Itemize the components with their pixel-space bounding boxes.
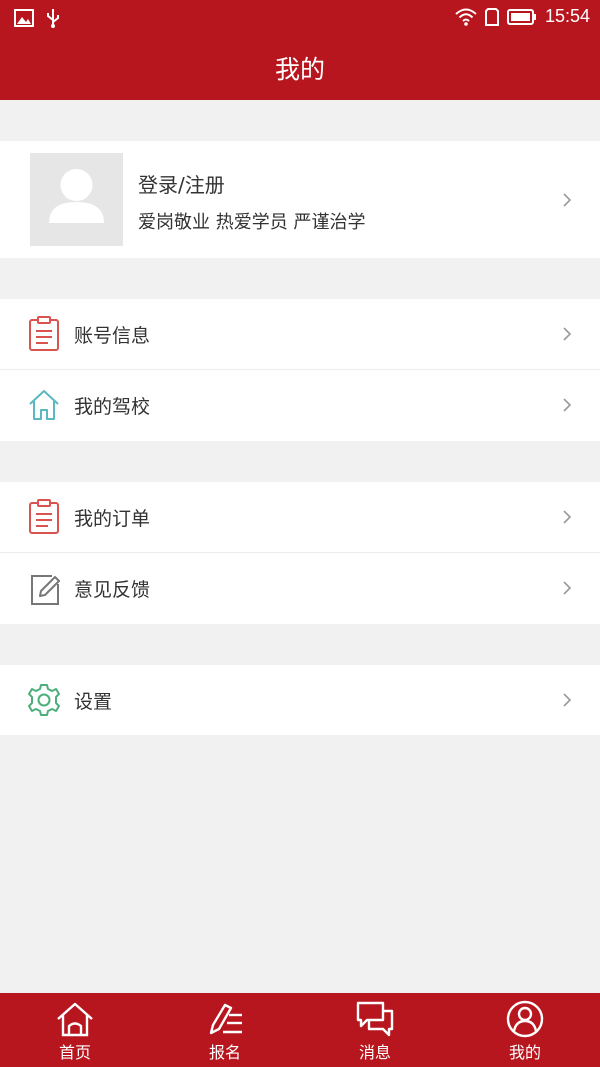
battery-icon: [506, 8, 536, 25]
nav-label: 报名: [208, 1043, 241, 1062]
nav-tab-mine[interactable]: 我的: [450, 993, 600, 1067]
nav-label: 消息: [358, 1043, 391, 1062]
clipboard-icon: [29, 499, 59, 534]
image-icon: [14, 9, 34, 27]
status-left: [14, 8, 60, 28]
chevron-right-icon: [563, 193, 572, 207]
menu-item-label: 我的订单: [74, 508, 151, 530]
wifi-icon: [455, 8, 477, 26]
menu-group-account: 账号信息 我的驾校: [0, 299, 600, 441]
pen-icon: [209, 1003, 242, 1035]
menu-item-account-info[interactable]: 账号信息: [0, 299, 600, 369]
menu-item-my-orders[interactable]: 我的订单: [0, 482, 600, 552]
gear-icon: [28, 684, 60, 716]
clipboard-icon: [29, 316, 59, 351]
chevron-right-icon: [563, 693, 572, 707]
app-header: 我的: [0, 36, 600, 100]
user-silhouette-icon: [49, 169, 104, 223]
sim-card-icon: [484, 7, 499, 26]
chevron-right-icon: [563, 581, 572, 595]
chevron-right-icon: [563, 327, 572, 341]
home-icon: [57, 1002, 93, 1037]
menu-item-feedback[interactable]: 意见反馈: [0, 552, 600, 624]
menu-item-settings[interactable]: 设置: [0, 665, 600, 735]
home-icon: [29, 390, 59, 420]
profile-icon: [506, 1000, 544, 1038]
page-title: 我的: [274, 55, 325, 84]
nav-tab-home[interactable]: 首页: [0, 993, 150, 1067]
app-screen: 15:54 我的 登录/注册 爱岗敬业 热爱学员 严谨治学 账号信息 我的驾校 …: [0, 0, 600, 1067]
menu-item-label: 意见反馈: [74, 579, 151, 601]
nav-tab-register[interactable]: 报名: [150, 993, 300, 1067]
menu-item-label: 我的驾校: [74, 396, 151, 418]
login-register-link[interactable]: 登录/注册: [138, 169, 225, 198]
chevron-right-icon: [563, 398, 572, 412]
avatar[interactable]: [30, 153, 123, 246]
chevron-right-icon: [563, 510, 572, 524]
nav-label: 我的: [508, 1043, 541, 1062]
menu-group-orders: 我的订单 意见反馈: [0, 482, 600, 624]
status-time: 15:54: [544, 6, 590, 26]
nav-tab-messages[interactable]: 消息: [300, 993, 450, 1067]
edit-icon: [31, 575, 60, 605]
menu-item-label: 设置: [74, 691, 113, 713]
status-bar: 15:54: [0, 0, 600, 36]
chat-icon: [356, 1001, 394, 1037]
profile-motto: 爱岗敬业 热爱学员 严谨治学: [138, 212, 366, 233]
usb-icon: [47, 9, 59, 28]
menu-item-label: 账号信息: [74, 325, 151, 347]
bottom-nav: 首页 报名 消息 我的: [0, 993, 600, 1067]
menu-group-settings: 设置: [0, 665, 600, 735]
menu-item-my-driving-school[interactable]: 我的驾校: [0, 369, 600, 441]
nav-label: 首页: [58, 1043, 91, 1062]
profile-card[interactable]: 登录/注册 爱岗敬业 热爱学员 严谨治学: [0, 141, 600, 258]
status-right: 15:54: [455, 6, 590, 27]
